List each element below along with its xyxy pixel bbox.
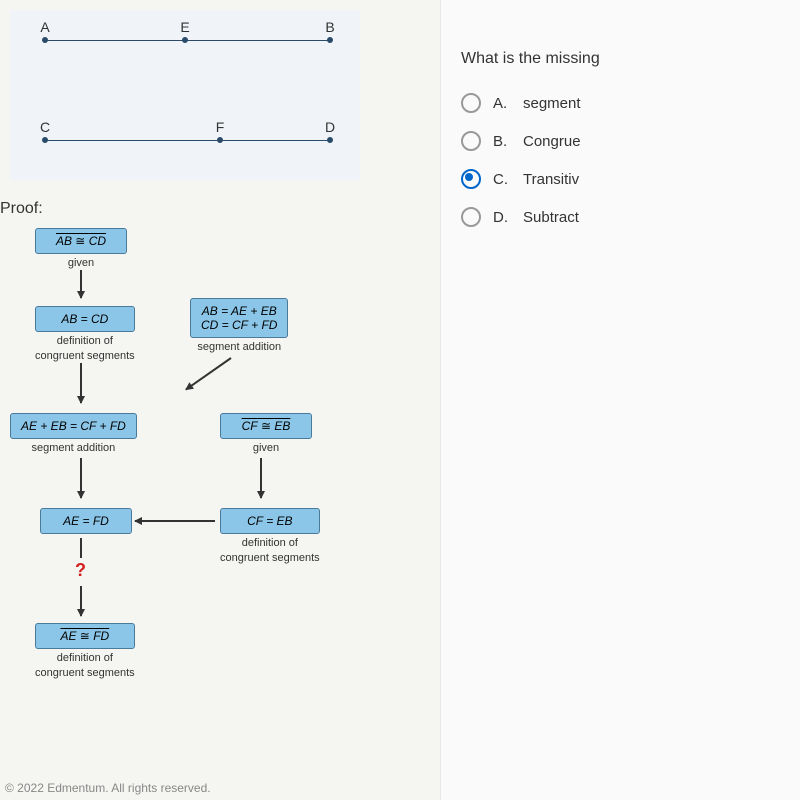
- proof-node-segment-addition-1: AB = AE + EB CD = CF + FD: [190, 298, 288, 338]
- point-label-b: B: [325, 19, 334, 35]
- choice-c[interactable]: C. Transitiv: [461, 169, 800, 189]
- point-label-e: E: [180, 19, 189, 35]
- radio-icon[interactable]: [461, 207, 481, 227]
- point-label-a: A: [40, 19, 49, 35]
- question-panel: What is the missing A. segment B. Congru…: [440, 0, 800, 800]
- missing-step: ?: [75, 560, 86, 581]
- proof-node-ae-cong-fd: AE ≅ FD: [35, 623, 135, 649]
- choice-a[interactable]: A. segment: [461, 93, 800, 113]
- radio-icon[interactable]: [461, 131, 481, 151]
- proof-flowchart: AB ≅ CD given AB = CD definition of cong…: [0, 228, 420, 788]
- proof-node-ae-eb-eq-cf-fd: AE + EB = CF + FD: [10, 413, 137, 439]
- radio-icon[interactable]: [461, 93, 481, 113]
- point-label-c: C: [40, 119, 50, 135]
- choice-b[interactable]: B. Congrue: [461, 131, 800, 151]
- proof-node-ab-eq-cd: AB = CD: [35, 306, 135, 332]
- line-diagram: A E B C F D: [10, 10, 360, 180]
- radio-icon[interactable]: [461, 169, 481, 189]
- copyright-footer: © 2022 Edmentum. All rights reserved.: [5, 781, 211, 795]
- proof-node-ab-cong-cd: AB ≅ CD: [35, 228, 127, 254]
- choice-d[interactable]: D. Subtract: [461, 207, 800, 227]
- point-label-d: D: [325, 119, 335, 135]
- proof-node-ae-eq-fd: AE = FD: [40, 508, 132, 534]
- proof-heading: Proof:: [0, 200, 440, 218]
- proof-node-cf-eq-eb: CF = EB: [220, 508, 320, 534]
- point-label-f: F: [216, 119, 225, 135]
- proof-node-cf-cong-eb: CF ≅ EB: [220, 413, 312, 439]
- left-panel: A E B C F D Proof: AB ≅ CD given: [0, 0, 440, 800]
- question-stem: What is the missing: [461, 50, 800, 68]
